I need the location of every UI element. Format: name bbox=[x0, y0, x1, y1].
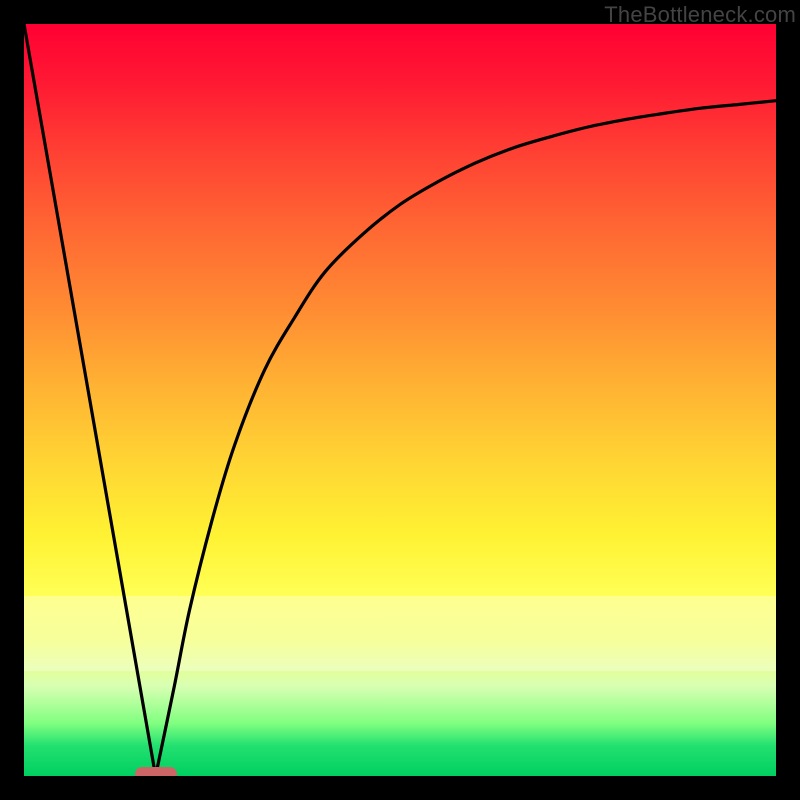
bottleneck-curve bbox=[24, 24, 776, 776]
plot-area bbox=[24, 24, 776, 776]
chart-frame: TheBottleneck.com bbox=[0, 0, 800, 800]
minimum-marker bbox=[135, 767, 177, 776]
